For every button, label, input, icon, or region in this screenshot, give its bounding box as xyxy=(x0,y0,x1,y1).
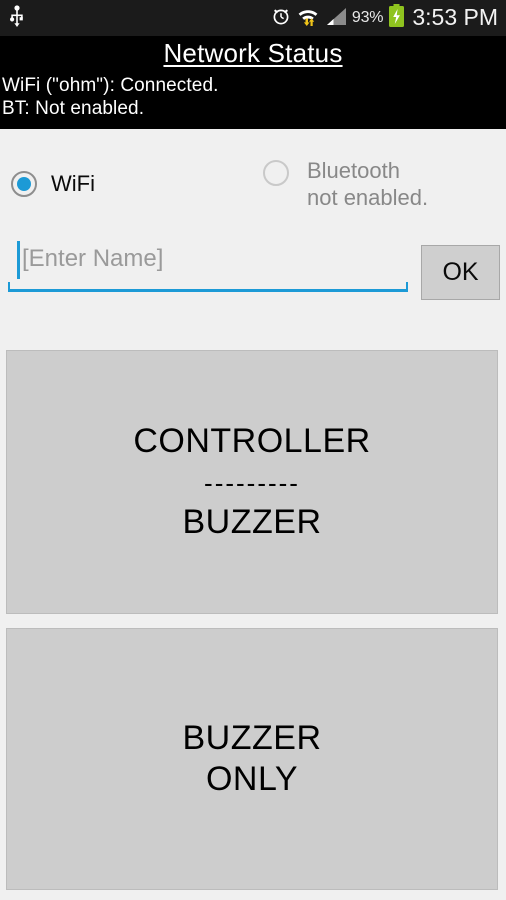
status-bar: 93% 3:53 PM xyxy=(0,0,506,36)
wifi-status-text: WiFi ("ohm"): Connected. xyxy=(2,75,219,96)
radio-label-wifi: WiFi xyxy=(51,171,95,196)
battery-percent-label: 93% xyxy=(351,9,384,26)
buzzer-only-line2: ONLY xyxy=(205,760,299,798)
connection-options-panel: WiFi Bluetooth not enabled. OK xyxy=(0,129,506,348)
controller-buzzer-line2: BUZZER xyxy=(182,503,322,541)
controller-buzzer-button[interactable]: CONTROLLER --------- BUZZER xyxy=(6,350,498,614)
battery-charging-icon xyxy=(388,3,405,33)
input-underline xyxy=(8,282,408,292)
usb-icon xyxy=(10,4,24,32)
bluetooth-status-text: BT: Not enabled. xyxy=(2,98,145,119)
text-cursor xyxy=(17,241,20,279)
clock-label: 3:53 PM xyxy=(412,3,498,30)
controller-buzzer-line1: CONTROLLER xyxy=(133,422,371,460)
radio-label-bluetooth: Bluetooth not enabled. xyxy=(307,158,429,210)
radio-option-bluetooth[interactable]: Bluetooth not enabled. xyxy=(263,158,429,214)
connection-radio-group: WiFi Bluetooth not enabled. xyxy=(0,158,506,230)
buzzer-only-button[interactable]: BUZZER ONLY xyxy=(6,628,498,890)
radio-button-wifi[interactable] xyxy=(11,171,37,197)
wifi-transfer-icon xyxy=(296,5,320,31)
name-input-wrapper[interactable] xyxy=(8,237,408,292)
radio-option-wifi[interactable]: WiFi xyxy=(11,171,95,197)
network-status-header: Network Status WiFi ("ohm"): Connected. … xyxy=(0,36,506,129)
alarm-clock-icon xyxy=(271,6,291,31)
status-bar-right: 93% 3:53 PM xyxy=(271,3,498,33)
phone-screen: 93% 3:53 PM Network Status WiFi ("ohm"):… xyxy=(0,0,506,900)
status-bar-left xyxy=(10,4,24,32)
cell-signal-icon xyxy=(325,6,347,31)
ok-button[interactable]: OK xyxy=(421,245,500,300)
buzzer-only-line1: BUZZER xyxy=(182,719,322,757)
controller-buzzer-separator: --------- xyxy=(204,468,300,498)
name-input[interactable] xyxy=(22,245,402,273)
name-entry-row: OK xyxy=(0,237,506,303)
radio-button-bluetooth[interactable] xyxy=(263,160,289,186)
page-title: Network Status xyxy=(163,38,343,68)
